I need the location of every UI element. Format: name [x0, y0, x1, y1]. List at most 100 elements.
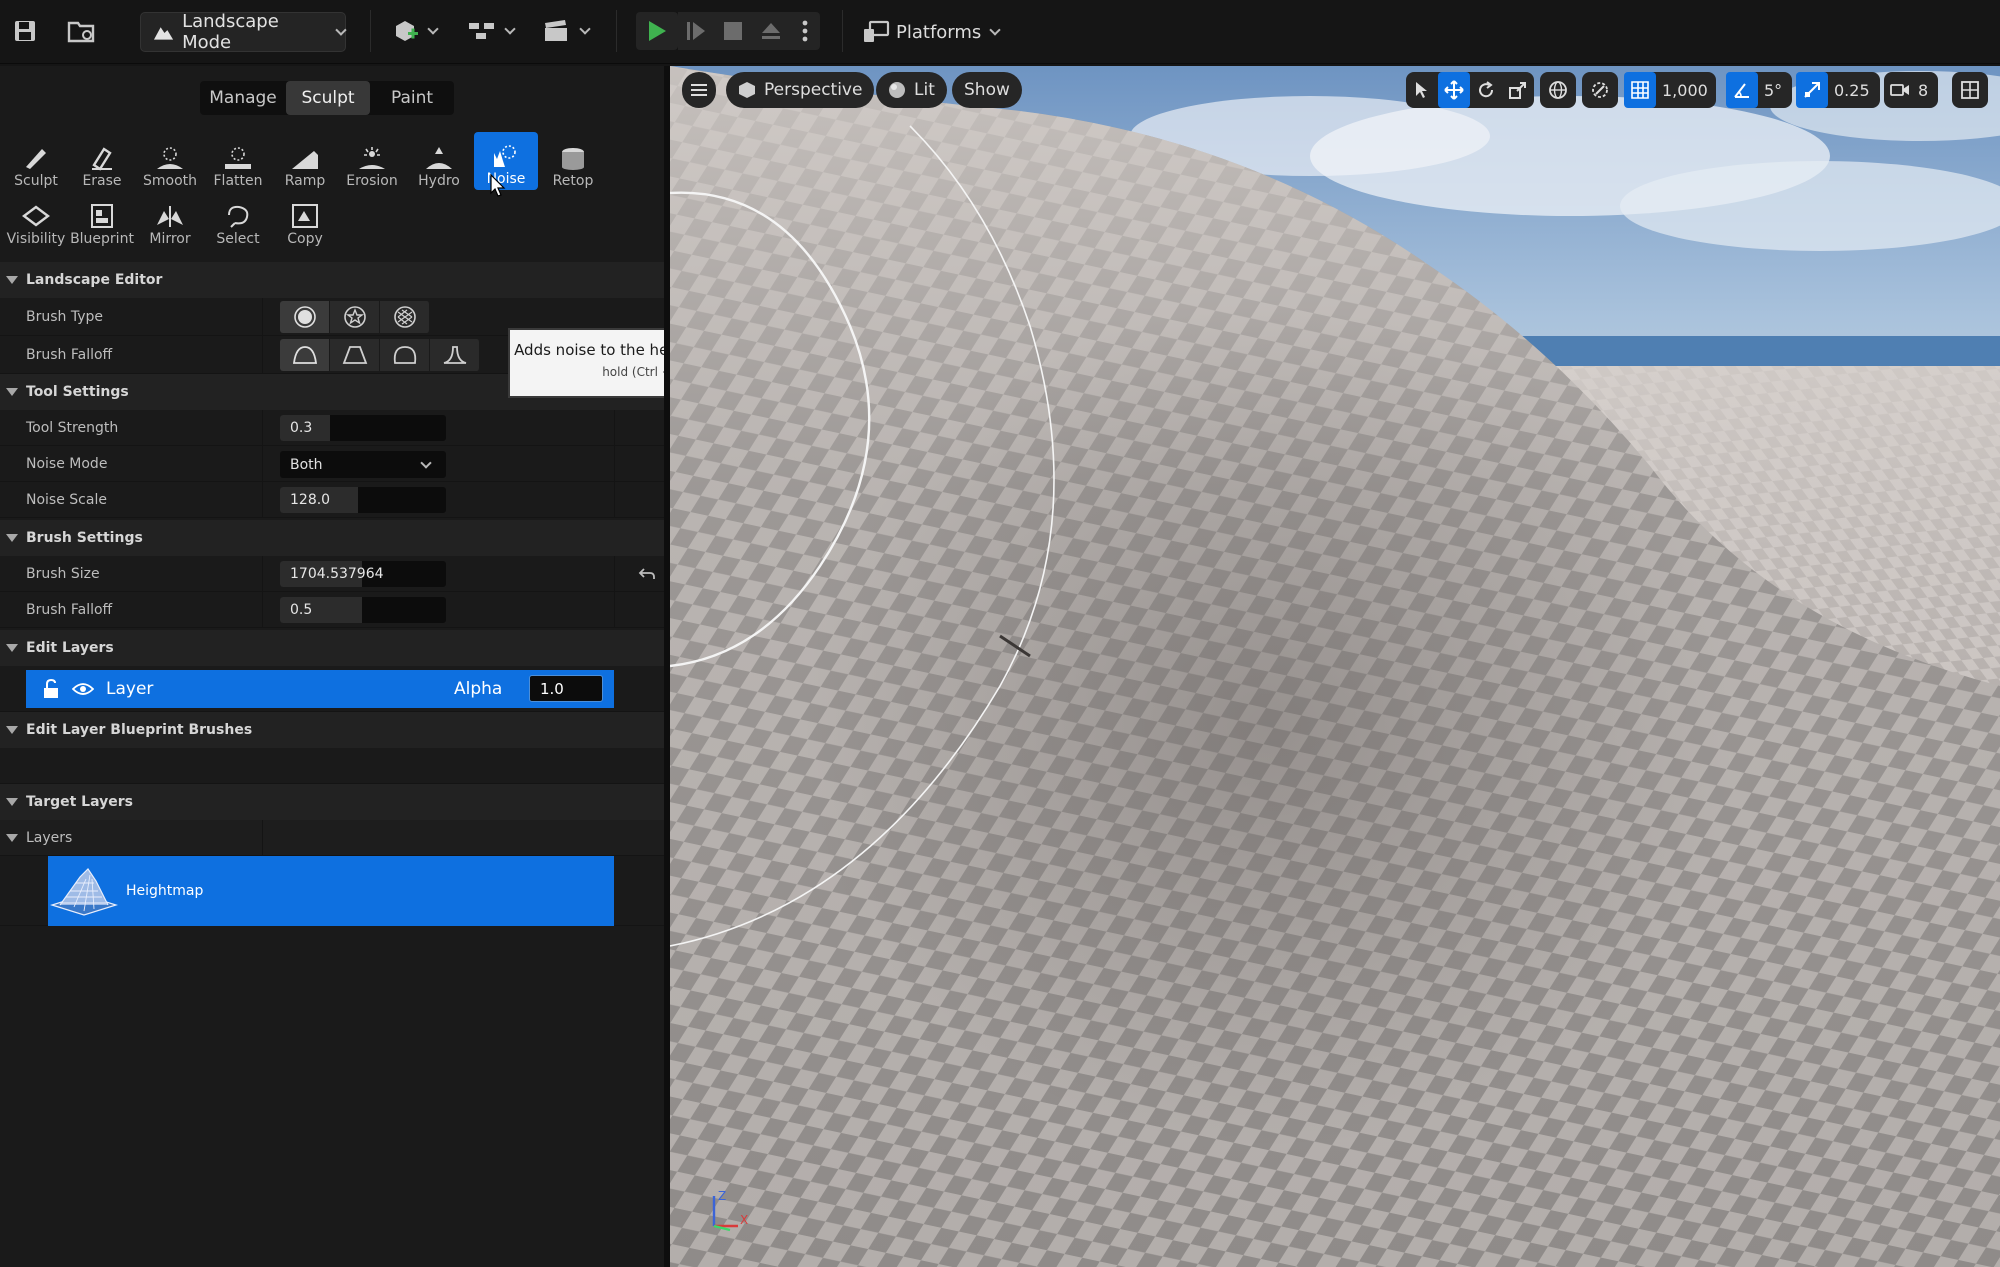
stop-icon[interactable] [714, 12, 752, 50]
tool-label: Sculpt [14, 173, 58, 189]
rotate-mode-icon[interactable] [1470, 72, 1502, 108]
hydro-icon [426, 147, 452, 169]
tool-blueprint[interactable]: Blueprint [70, 192, 134, 250]
tab-manage[interactable]: Manage [200, 81, 286, 115]
scale-snap-icon[interactable] [1796, 72, 1828, 108]
tool-label: Smooth [142, 173, 198, 189]
noise-mode-value: Both [290, 456, 323, 473]
falloff-linear-button[interactable] [330, 339, 380, 371]
tool-strength-input[interactable]: 0.3 [280, 415, 446, 441]
unlock-icon[interactable] [42, 679, 60, 699]
tool-select[interactable]: Select [206, 192, 270, 250]
tab-sculpt[interactable]: Sculpt [286, 81, 370, 115]
section-title: Target Layers [26, 794, 133, 810]
perspective-button[interactable]: Perspective [726, 72, 875, 108]
collapse-arrow-icon [6, 388, 18, 396]
tool-flatten[interactable]: Flatten [206, 134, 270, 192]
surface-snapping-button[interactable] [1582, 72, 1618, 108]
noise-scale-input[interactable]: 128.0 [280, 487, 446, 513]
surface-snapping-icon [1592, 82, 1608, 98]
tool-hydro[interactable]: Hydro [407, 134, 471, 192]
brush-type-circle-button[interactable] [280, 301, 330, 333]
camera-speed-group[interactable]: 8 [1884, 72, 1939, 108]
row-layers-header[interactable]: Layers [0, 820, 664, 856]
chevron-down-icon [579, 22, 591, 35]
collapse-arrow-icon [6, 726, 18, 734]
property-label: Brush Falloff [26, 347, 113, 363]
level-viewport[interactable]: Perspective Lit Show 1,000 5° 0.25 8 Z X [670, 66, 2000, 1267]
tab-paint[interactable]: Paint [370, 81, 454, 115]
spherical-falloff-icon [393, 346, 416, 364]
add-actor-icon[interactable] [388, 12, 442, 50]
tool-noise[interactable]: Noise [474, 132, 538, 190]
brush-type-pattern-button[interactable] [380, 301, 430, 333]
section-landscape-editor[interactable]: Landscape Editor [0, 262, 664, 298]
collapse-arrow-icon [6, 644, 18, 652]
layers-label: Layers [26, 830, 73, 846]
tool-label: Blueprint [70, 231, 134, 247]
tool-retop[interactable]: Retop [541, 134, 605, 192]
world-space-button[interactable] [1540, 72, 1576, 108]
section-brush-settings[interactable]: Brush Settings [0, 520, 664, 556]
save-icon[interactable] [10, 12, 40, 50]
rotation-snap-group[interactable]: 5° [1726, 72, 1793, 108]
falloff-tip-button[interactable] [430, 339, 480, 371]
noise-mode-dropdown[interactable]: Both [280, 451, 446, 478]
eject-icon[interactable] [752, 12, 790, 50]
select-mode-icon[interactable] [1406, 72, 1438, 108]
brush-falloff-input[interactable]: 0.5 [280, 597, 446, 623]
tool-erase[interactable]: Erase [70, 134, 134, 192]
scale-snap-group[interactable]: 0.25 [1796, 72, 1880, 108]
play-icon[interactable] [636, 12, 678, 50]
blueprints-icon[interactable] [464, 12, 518, 50]
tool-mirror[interactable]: Mirror [138, 192, 202, 250]
section-target-layers[interactable]: Target Layers [0, 784, 664, 820]
main-toolbar: Landscape Mode Platforms [0, 0, 2000, 64]
scale-mode-icon[interactable] [1502, 72, 1534, 108]
content-browser-icon[interactable] [64, 12, 100, 50]
section-title: Landscape Editor [26, 272, 163, 288]
section-edit-layers[interactable]: Edit Layers [0, 630, 664, 666]
rotation-snap-icon[interactable] [1726, 72, 1758, 108]
viewport-layout-button[interactable] [1952, 72, 1988, 108]
platforms-dropdown[interactable]: Platforms [862, 12, 1001, 52]
landscape-mode-dropdown[interactable]: Landscape Mode [140, 11, 347, 53]
section-title: Edit Layers [26, 640, 114, 656]
brush-type-selector [280, 301, 430, 333]
noise-icon [494, 145, 516, 167]
camera-speed-icon[interactable] [1884, 72, 1916, 108]
translate-mode-icon[interactable] [1438, 72, 1470, 108]
grid-snap-icon[interactable] [1624, 72, 1656, 108]
edit-layer-item[interactable]: Layer Alpha 1.0 [26, 670, 614, 708]
tool-sculpt[interactable]: Sculpt [4, 134, 68, 192]
lit-view-mode-button[interactable]: Lit [876, 72, 947, 108]
brush-type-alpha-button[interactable] [330, 301, 380, 333]
section-edit-layer-blueprint-brushes[interactable]: Edit Layer Blueprint Brushes [0, 712, 664, 748]
grid-snap-group[interactable]: 1,000 [1624, 72, 1716, 108]
collapse-arrow-icon [6, 834, 18, 842]
falloff-spherical-button[interactable] [380, 339, 430, 371]
section-title: Tool Settings [26, 384, 129, 400]
tool-erosion[interactable]: Erosion [340, 134, 404, 192]
advance-frame-icon[interactable] [678, 12, 714, 50]
tool-copy[interactable]: Copy [273, 192, 337, 250]
heightmap-icon [50, 868, 118, 916]
heightmap-layer-item[interactable]: Heightmap [48, 856, 614, 926]
reset-to-default-icon[interactable] [638, 567, 656, 581]
brush-size-input[interactable]: 1704.537964 [280, 561, 446, 587]
erase-icon [92, 147, 112, 171]
eye-icon[interactable] [72, 681, 94, 697]
layout-grid-icon [1961, 81, 1979, 99]
tool-ramp[interactable]: Ramp [273, 134, 337, 192]
tool-visibility[interactable]: Visibility [4, 192, 68, 250]
show-flags-button[interactable]: Show [952, 72, 1022, 108]
falloff-smooth-button[interactable] [280, 339, 330, 371]
tool-smooth[interactable]: Smooth [138, 134, 202, 192]
layer-alpha-input[interactable]: 1.0 [529, 675, 603, 702]
brush-falloff-value: 0.5 [290, 602, 313, 618]
more-options-icon[interactable] [790, 12, 820, 50]
row-tool-strength: Tool Strength 0.3 [0, 410, 664, 446]
viewport-options-button[interactable] [682, 72, 716, 108]
cinematics-icon[interactable] [538, 12, 594, 50]
landscape-scene [670, 66, 2000, 1267]
